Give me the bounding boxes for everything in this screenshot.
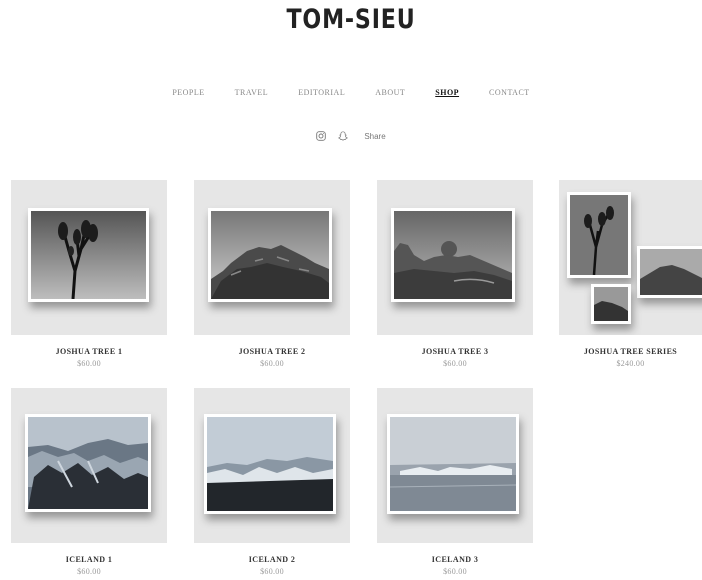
product-title[interactable]: ICELAND 3 [377,555,533,564]
nav-item-people[interactable]: PEOPLE [172,88,204,97]
product-price: $60.00 [77,359,101,368]
product-image[interactable] [559,180,702,335]
product-title[interactable]: JOSHUA TREE SERIES [559,347,702,356]
product-title[interactable]: JOSHUA TREE 1 [11,347,167,356]
nav-item-travel[interactable]: TRAVEL [235,88,269,97]
product-card[interactable]: ICELAND 2 $60.00 [194,388,350,576]
product-title[interactable]: ICELAND 2 [194,555,350,564]
instagram-icon[interactable] [316,131,327,141]
nav-item-contact[interactable]: CONTACT [489,88,530,97]
product-price: $60.00 [260,567,284,576]
product-image[interactable] [194,180,350,335]
product-card[interactable]: ICELAND 3 $60.00 [377,388,533,576]
share-link[interactable]: Share [364,132,385,141]
product-card[interactable]: JOSHUA TREE 3 $60.00 [377,180,533,368]
nav-item-editorial[interactable]: EDITORIAL [298,88,345,97]
product-card[interactable]: JOSHUA TREE SERIES $240.00 [559,180,702,368]
product-card[interactable]: ICELAND 1 $60.00 [11,388,167,576]
product-price: $60.00 [443,567,467,576]
product-price: $240.00 [616,359,645,368]
product-card[interactable]: JOSHUA TREE 2 $60.00 [194,180,350,368]
product-title[interactable]: ICELAND 1 [11,555,167,564]
product-image[interactable] [194,388,350,543]
product-image[interactable] [377,180,533,335]
site-logo[interactable]: TOM-SIEU [63,4,639,35]
product-price: $60.00 [443,359,467,368]
product-title[interactable]: JOSHUA TREE 3 [377,347,533,356]
product-price: $60.00 [77,567,101,576]
snapchat-icon[interactable] [338,131,349,141]
main-nav: PEOPLE TRAVEL EDITORIAL ABOUT SHOP CONTA… [0,88,702,97]
product-image[interactable] [11,388,167,543]
product-price: $60.00 [260,359,284,368]
product-image[interactable] [377,388,533,543]
product-title[interactable]: JOSHUA TREE 2 [194,347,350,356]
nav-item-about[interactable]: ABOUT [375,88,405,97]
nav-item-shop[interactable]: SHOP [435,88,459,97]
product-image[interactable] [11,180,167,335]
product-card[interactable]: JOSHUA TREE 1 $60.00 [11,180,167,368]
social-bar: Share [0,131,702,141]
